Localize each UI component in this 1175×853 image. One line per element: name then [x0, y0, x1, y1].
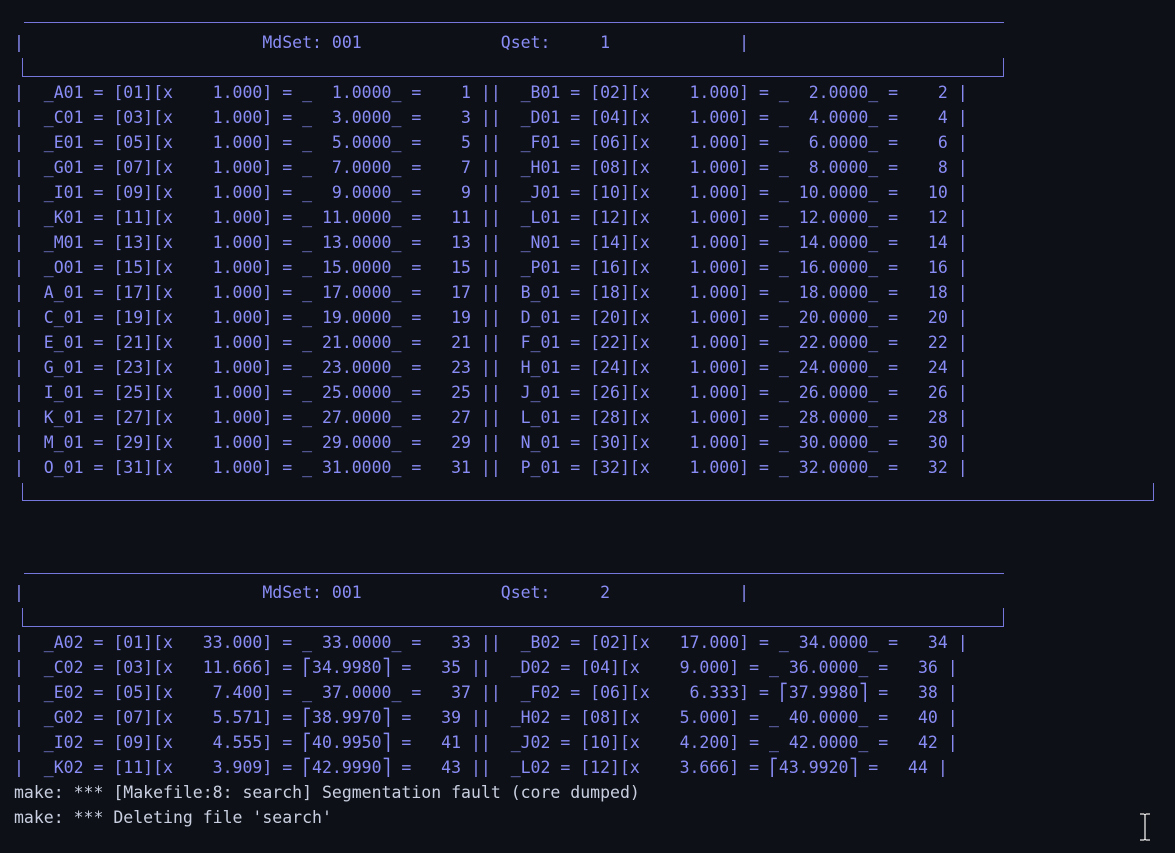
error-line-segfault: make: *** [Makefile:8: search] Segmentat… [14, 783, 640, 802]
table-row: | _C01 = [03][x 1.000] = _ 3.0000_ = 3 |… [14, 108, 968, 127]
table-row: | _A01 = [01][x 1.000] = _ 1.0000_ = 1 |… [14, 83, 968, 102]
table-row: | I_01 = [25][x 1.000] = _ 25.0000_ = 25… [14, 383, 968, 402]
table-row: | _K01 = [11][x 1.000] = _ 11.0000_ = 11… [14, 208, 968, 227]
table-row: | _E01 = [05][x 1.000] = _ 5.0000_ = 5 |… [14, 133, 968, 152]
table2-header-bottom-border [22, 626, 1004, 627]
table1-header: | MdSet: 001 Qset: 1 | [14, 33, 750, 52]
table2-header: | MdSet: 001 Qset: 2 | [14, 583, 750, 602]
table1-header-bottom-border [22, 76, 1004, 77]
table-row: | G_01 = [23][x 1.000] = _ 23.0000_ = 23… [14, 358, 968, 377]
table-row: | A_01 = [17][x 1.000] = _ 17.0000_ = 17… [14, 283, 968, 302]
table-row: | M_01 = [29][x 1.000] = _ 29.0000_ = 29… [14, 433, 968, 452]
table2-top-border [24, 573, 1004, 574]
table1-bottom-right-border [1153, 483, 1154, 500]
table-row: | _G02 = [07][x 5.571] = ⎡38.9970⎤ = 39 … [14, 708, 958, 727]
table-row: | _C02 = [03][x 11.666] = ⎡34.9980⎤ = 35… [14, 658, 958, 677]
table-row: | _K02 = [11][x 3.909] = ⎡42.9990⎤ = 43 … [14, 758, 948, 777]
table1-header-right-border [1003, 58, 1004, 76]
error-line-deleting: make: *** Deleting file 'search' [14, 808, 332, 827]
table-row: | _O01 = [15][x 1.000] = _ 15.0000_ = 15… [14, 258, 968, 277]
table2-header-right-border [1003, 608, 1004, 626]
table1-top-border [24, 22, 1004, 23]
text-cursor-icon [1140, 813, 1150, 841]
table-row: | K_01 = [27][x 1.000] = _ 27.0000_ = 27… [14, 408, 968, 427]
table1-bottom-left-border [22, 483, 23, 500]
table-row: | O_01 = [31][x 1.000] = _ 31.0000_ = 31… [14, 458, 968, 477]
table-row: | E_01 = [21][x 1.000] = _ 21.0000_ = 21… [14, 333, 968, 352]
table-row: | _A02 = [01][x 33.000] = _ 33.0000_ = 3… [14, 633, 968, 652]
table-row: | _I02 = [09][x 4.555] = ⎡40.9950⎤ = 41 … [14, 733, 958, 752]
table1-bottom-border [22, 500, 1154, 501]
table-row: | _M01 = [13][x 1.000] = _ 13.0000_ = 13… [14, 233, 968, 252]
table-row: | _G01 = [07][x 1.000] = _ 7.0000_ = 7 |… [14, 158, 968, 177]
terminal-window[interactable]: | MdSet: 001 Qset: 1 | | _A01 = [01][x 1… [0, 0, 1175, 853]
table2-header-left-border [22, 608, 23, 626]
table-row: | _I01 = [09][x 1.000] = _ 9.0000_ = 9 |… [14, 183, 968, 202]
table-row: | _E02 = [05][x 7.400] = _ 37.0000_ = 37… [14, 683, 958, 702]
table1-header-left-border [22, 58, 23, 76]
table-row: | C_01 = [19][x 1.000] = _ 19.0000_ = 19… [14, 308, 968, 327]
